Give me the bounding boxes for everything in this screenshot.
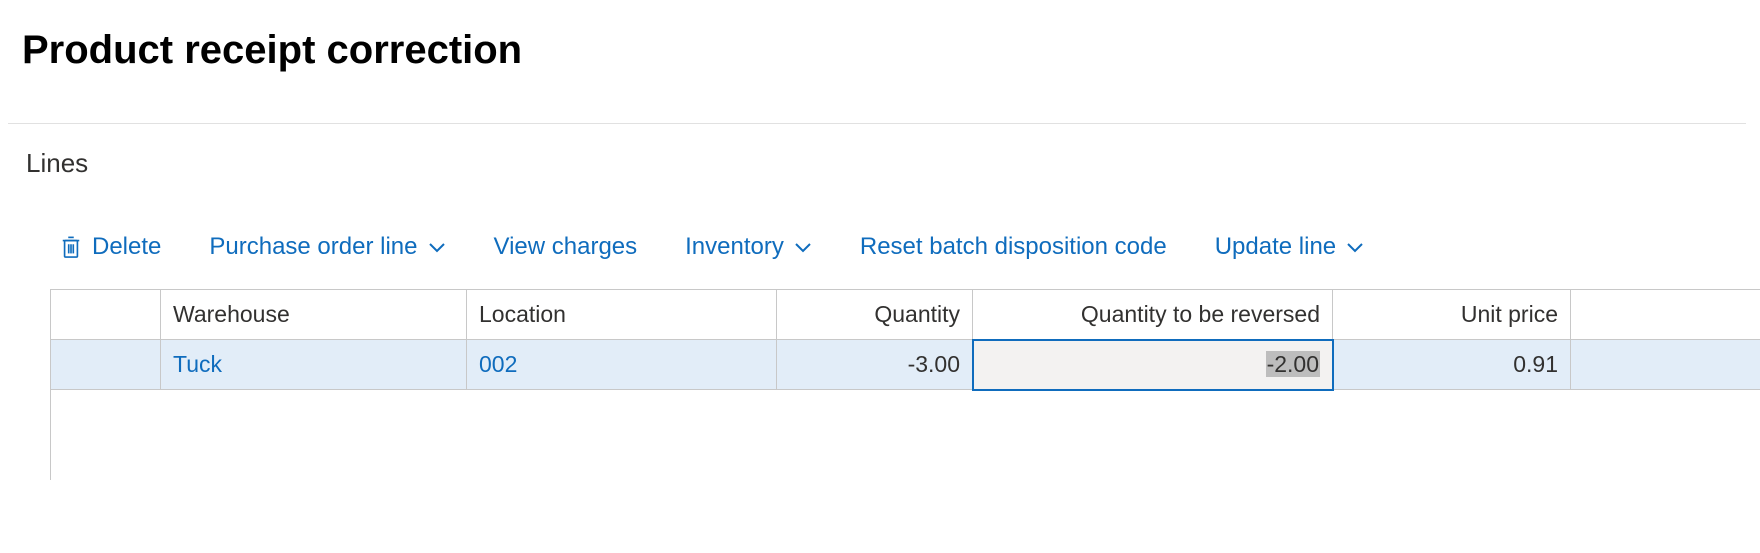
inventory-menu[interactable]: Inventory [685, 233, 812, 261]
location-cell[interactable]: 002 [467, 340, 777, 390]
column-header-overflow [1571, 290, 1760, 340]
table-row[interactable]: Tuck 002 -3.00 -2.00 0.91 [51, 340, 1760, 390]
chevron-down-icon [1346, 237, 1364, 258]
lines-toolbar: Delete Purchase order line View charges … [22, 233, 1760, 261]
chevron-down-icon [428, 237, 446, 258]
reset-batch-disposition-button[interactable]: Reset batch disposition code [860, 233, 1167, 261]
reset-batch-label: Reset batch disposition code [860, 233, 1167, 261]
page-title: Product receipt correction [22, 28, 1760, 73]
column-header-selector[interactable] [51, 290, 161, 340]
column-header-quantity[interactable]: Quantity [777, 290, 973, 340]
column-header-warehouse[interactable]: Warehouse [161, 290, 467, 340]
update-line-menu[interactable]: Update line [1215, 233, 1364, 261]
column-header-unit-price[interactable]: Unit price [1333, 290, 1571, 340]
section-divider [8, 123, 1746, 124]
delete-label: Delete [92, 233, 161, 261]
section-title-lines: Lines [26, 148, 1760, 179]
view-charges-label: View charges [494, 233, 638, 261]
quantity-cell[interactable]: -3.00 [777, 340, 973, 390]
column-header-qty-reversed[interactable]: Quantity to be reversed [973, 290, 1333, 340]
inventory-label: Inventory [685, 233, 784, 261]
warehouse-cell[interactable]: Tuck [161, 340, 467, 390]
chevron-down-icon [794, 237, 812, 258]
delete-button[interactable]: Delete [60, 233, 161, 261]
lines-table: Warehouse Location Quantity Quantity to … [50, 289, 1760, 480]
table-header-row: Warehouse Location Quantity Quantity to … [51, 290, 1760, 340]
view-charges-button[interactable]: View charges [494, 233, 638, 261]
purchase-order-line-label: Purchase order line [209, 233, 417, 261]
table-empty-area [51, 390, 1760, 480]
qty-reversed-cell[interactable]: -2.00 [973, 340, 1333, 390]
overflow-cell [1571, 340, 1760, 390]
row-selector-cell[interactable] [51, 340, 161, 390]
trash-icon [60, 234, 82, 260]
purchase-order-line-menu[interactable]: Purchase order line [209, 233, 445, 261]
column-header-location[interactable]: Location [467, 290, 777, 340]
qty-reversed-value: -2.00 [1266, 351, 1320, 377]
unit-price-cell[interactable]: 0.91 [1333, 340, 1571, 390]
update-line-label: Update line [1215, 233, 1336, 261]
